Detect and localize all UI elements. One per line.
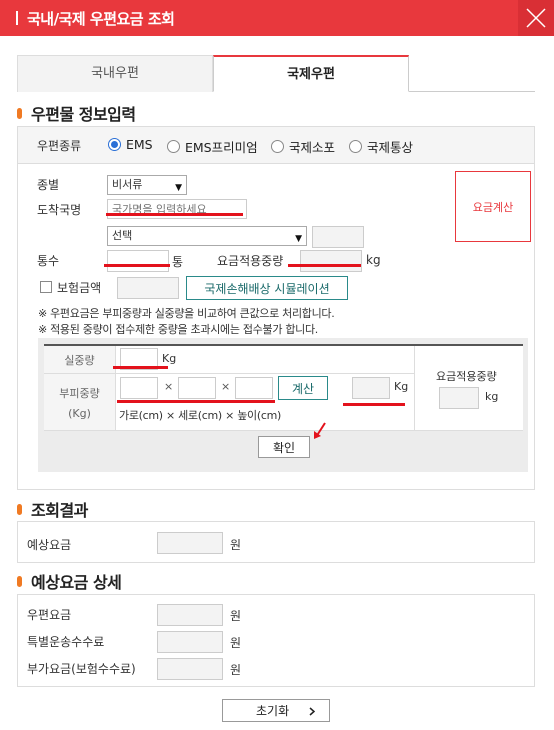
expected-fee-label: 예상요금 — [27, 538, 72, 552]
detail-row-unit: 원 — [230, 663, 242, 677]
detail-value-field — [157, 658, 223, 680]
calc-applied-weight-label: 요금적용중량 — [436, 370, 497, 383]
radio-checked-icon — [108, 138, 121, 151]
kind-select[interactable]: 비서류 ▼ — [107, 175, 187, 195]
detail-row-unit: 원 — [230, 609, 242, 623]
insurance-checkbox[interactable] — [40, 281, 52, 293]
count-unit: 통 — [172, 255, 184, 269]
section-bullet-icon — [17, 503, 22, 515]
count-label: 통수 — [37, 254, 60, 268]
section-info-header: 우편물 정보입력 — [17, 101, 136, 125]
country-label: 도착국명 — [37, 203, 82, 217]
radio-unchecked-icon — [271, 140, 284, 153]
section-bullet-icon — [17, 575, 22, 587]
section-result-title: 조회결과 — [31, 501, 88, 520]
actual-weight-unit: Kg — [162, 352, 177, 365]
simulation-button[interactable]: 국제손해배상 시뮬레이션 — [186, 276, 348, 300]
section-bullet-icon — [17, 107, 22, 119]
volume-weight-label: 부피중량 (Kg) — [44, 374, 115, 431]
country-code-field — [312, 226, 364, 248]
radio-ems[interactable]: EMS — [108, 137, 153, 152]
table-divider — [414, 346, 415, 431]
calc-applied-weight-unit: kg — [485, 390, 499, 403]
radio-ems-premium[interactable]: EMS프리미엄 — [167, 137, 258, 156]
section-result-header: 조회결과 — [17, 497, 88, 521]
dimensions-hint: 가로(cm) × 세로(cm) × 높이(cm) — [119, 409, 281, 422]
title-accent-bar — [16, 11, 18, 25]
applied-weight-label: 요금적용중량 — [217, 254, 284, 268]
chevron-down-icon: ▼ — [175, 183, 182, 193]
table-divider — [44, 373, 414, 374]
note-line: ※ 우편요금은 부피중량과 실중량을 비교하여 큰값으로 처리합니다. — [38, 307, 335, 320]
title-bar: 국내/국제 우편요금 조회 — [0, 0, 554, 36]
annotation-underline — [117, 400, 275, 403]
calculate-fee-button[interactable]: 요금계산 — [455, 171, 531, 242]
table-divider — [44, 430, 523, 431]
detail-value-field — [157, 631, 223, 653]
applied-weight-field — [300, 250, 362, 272]
annotation-underline — [288, 264, 361, 267]
table-divider — [115, 346, 116, 431]
section-detail-title: 예상요금 상세 — [31, 573, 122, 592]
annotation-underline — [106, 213, 243, 216]
detail-row-unit: 원 — [230, 636, 242, 650]
insurance-label: 보험금액 — [57, 281, 102, 295]
confirm-button[interactable]: 확인 — [258, 436, 310, 458]
count-input[interactable] — [107, 250, 169, 272]
country-search-input[interactable] — [107, 199, 247, 219]
annotation-underline — [104, 264, 170, 267]
compute-volume-button[interactable]: 계산 — [278, 376, 328, 400]
radio-unchecked-icon — [167, 140, 180, 153]
volume-weight-field — [352, 377, 390, 399]
chevron-right-icon — [309, 707, 315, 716]
close-icon — [526, 8, 546, 28]
pointer-arrow-icon — [314, 422, 326, 439]
section-detail-header: 예상요금 상세 — [17, 569, 122, 593]
tab-domestic[interactable]: 국내우편 — [17, 55, 213, 92]
annotation-underline — [343, 403, 405, 406]
reset-button[interactable]: 초기화 — [222, 699, 330, 722]
applied-weight-unit: kg — [366, 253, 381, 267]
tab-bar: 국내우편 국제우편 — [17, 55, 535, 92]
length-input[interactable] — [178, 377, 216, 399]
radio-intl-regular[interactable]: 국제통상 — [349, 137, 413, 156]
detail-row-label: 부가요금(보험수수료) — [27, 662, 136, 676]
window-title: 국내/국제 우편요금 조회 — [27, 10, 175, 28]
radio-intl-parcel[interactable]: 국제소포 — [271, 137, 335, 156]
times-sign: × — [164, 380, 174, 393]
result-box — [17, 521, 535, 563]
note-line: ※ 적용된 중량이 접수제한 중량을 초과시에는 접수불가 합니다. — [38, 323, 318, 336]
actual-weight-label: 실중량 — [44, 346, 115, 373]
height-input[interactable] — [235, 377, 273, 399]
kind-label: 종별 — [37, 178, 60, 192]
section-info-title: 우편물 정보입력 — [31, 105, 136, 124]
volume-weight-unit: Kg — [394, 380, 409, 393]
detail-row-label: 특별운송수수료 — [27, 635, 105, 649]
width-input[interactable] — [120, 377, 158, 399]
annotation-underline — [113, 366, 168, 369]
expected-fee-field — [157, 532, 223, 554]
detail-row-label: 우편요금 — [27, 608, 72, 622]
tab-international[interactable]: 국제우편 — [213, 55, 409, 92]
calc-applied-weight-field — [439, 387, 479, 409]
close-button[interactable] — [518, 0, 554, 36]
detail-value-field — [157, 604, 223, 626]
country-select[interactable]: 선택 ▼ — [107, 226, 307, 246]
times-sign: × — [221, 380, 231, 393]
insurance-amount-field — [117, 277, 179, 299]
chevron-down-icon: ▼ — [295, 234, 302, 244]
radio-unchecked-icon — [349, 140, 362, 153]
mail-type-label: 우편종류 — [37, 139, 82, 153]
expected-fee-unit: 원 — [230, 538, 242, 552]
